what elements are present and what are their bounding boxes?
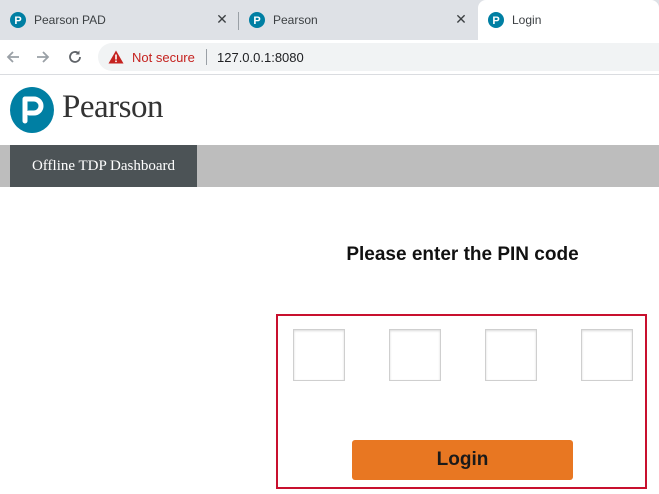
reload-icon[interactable] [66,48,84,66]
pin-digit-1-input[interactable] [293,329,345,381]
close-tab-icon[interactable]: ✕ [455,12,467,26]
tab-login[interactable]: P Login [478,0,659,40]
tab-pearson-pad[interactable]: P Pearson PAD ✕ [0,0,238,40]
login-button[interactable]: Login [352,440,573,480]
address-bar[interactable]: Not secure 127.0.0.1:8080 [98,43,659,71]
warning-icon[interactable] [108,50,124,64]
tab-title: Login [512,13,542,27]
pearson-favicon-icon: P [488,12,504,28]
back-arrow-icon[interactable] [4,48,22,66]
pin-digit-3-input[interactable] [485,329,537,381]
pearson-logo-icon[interactable] [10,87,54,133]
tab-title: Pearson [273,13,318,27]
pearson-favicon-icon: P [249,12,265,28]
svg-text:P: P [253,15,260,27]
pin-prompt-heading: Please enter the PIN code [346,244,579,265]
omnibox-separator [206,49,207,65]
tab-title: Pearson PAD [34,13,106,27]
nav-item-offline-tdp-dashboard[interactable]: Offline TDP Dashboard [10,145,197,187]
tab-strip: P Pearson PAD ✕ P Pearson ✕ P Login [0,0,659,40]
url-text[interactable]: 127.0.0.1:8080 [217,50,304,65]
browser-toolbar: Not secure 127.0.0.1:8080 [0,40,659,75]
close-tab-icon[interactable]: ✕ [216,12,228,26]
pin-digit-2-input[interactable] [389,329,441,381]
tab-pearson[interactable]: P Pearson ✕ [239,0,477,40]
logo-wordmark[interactable]: Pearson [62,89,163,126]
site-header: Pearson [0,75,659,145]
pin-digit-4-input[interactable] [581,329,633,381]
svg-text:P: P [492,15,499,27]
svg-text:P: P [14,15,21,27]
pin-entry-panel: Login [276,314,647,489]
pearson-favicon-icon: P [10,12,26,28]
nav-bar: Offline TDP Dashboard [0,145,659,187]
security-status[interactable]: Not secure [132,50,195,65]
forward-arrow-icon[interactable] [34,48,52,66]
